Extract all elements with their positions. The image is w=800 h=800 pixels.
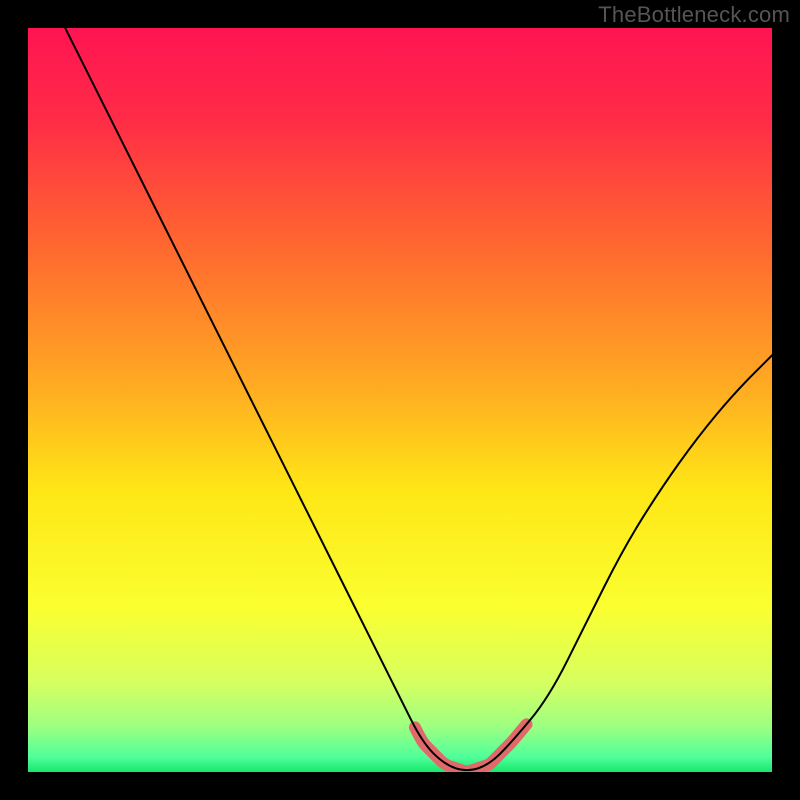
highlight-segment xyxy=(415,724,527,771)
watermark-text: TheBottleneck.com xyxy=(598,2,790,28)
plot-area xyxy=(28,28,772,772)
bottleneck-curve xyxy=(65,28,772,770)
chart-frame: TheBottleneck.com xyxy=(0,0,800,800)
curve-layer xyxy=(28,28,772,772)
